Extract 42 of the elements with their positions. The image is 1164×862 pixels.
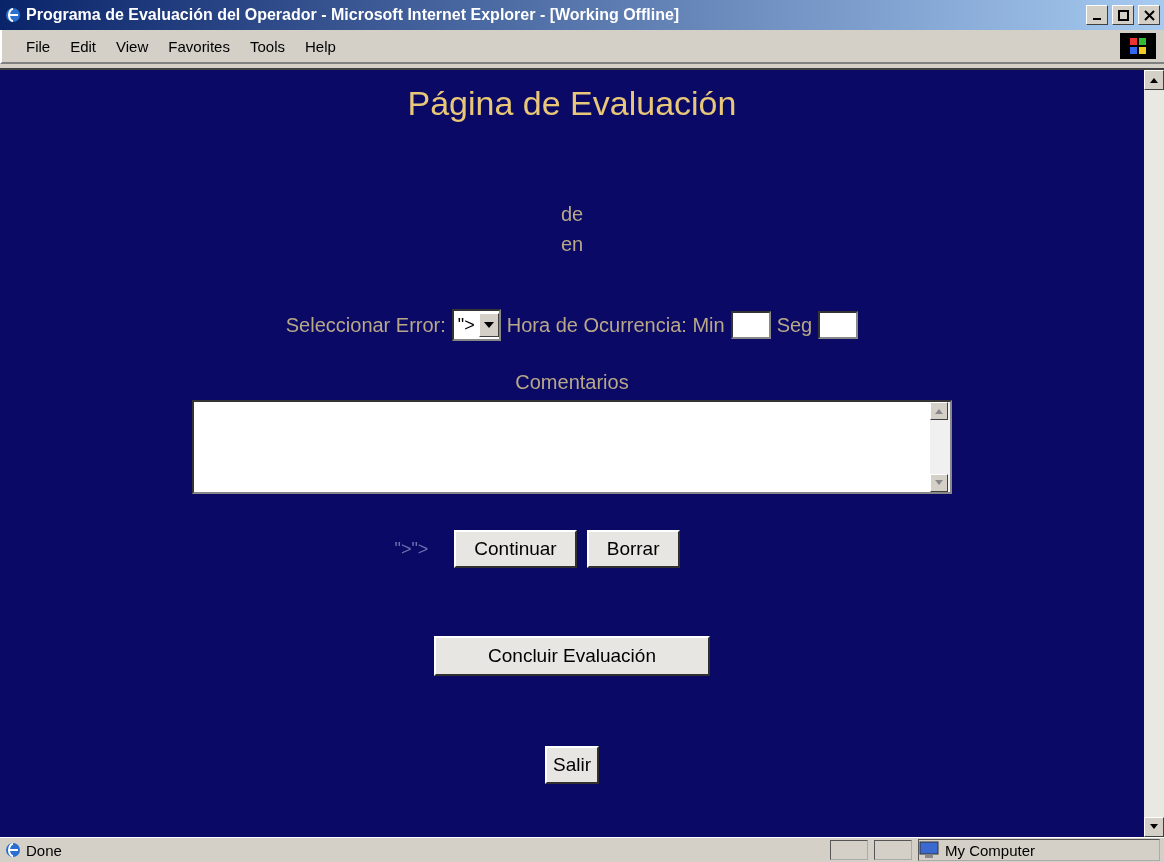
error-dropdown[interactable]: "> — [451, 309, 501, 341]
form-button[interactable]: Borrar — [586, 530, 680, 568]
scroll-up-icon[interactable] — [930, 402, 948, 420]
menu-item[interactable]: Favorites — [158, 33, 240, 59]
minutes-field[interactable] — [730, 311, 771, 339]
menu-item[interactable]: Help — [295, 33, 346, 59]
status-panel — [830, 840, 868, 860]
stray-text: ">"> — [394, 538, 429, 560]
text-label: de — [560, 202, 584, 227]
status-panel — [874, 840, 912, 860]
field-label: Comentarios — [515, 371, 629, 394]
menu-item[interactable]: File — [16, 33, 61, 59]
page-heading: Página de Evaluación — [407, 84, 737, 123]
close-icon — [1142, 8, 1156, 22]
maximize-button[interactable] — [1112, 5, 1134, 25]
minimize-icon — [1093, 18, 1101, 20]
windows-logo-icon — [1120, 33, 1156, 59]
exit-button[interactable]: Salir — [545, 746, 599, 784]
field-label: Hora de Ocurrencia: Min — [506, 313, 725, 337]
scrollbar[interactable] — [1144, 70, 1164, 837]
menu-item[interactable]: View — [106, 33, 159, 59]
menu-item[interactable]: Edit — [60, 33, 107, 59]
computer-icon — [919, 841, 939, 859]
field-label: Seleccionar Error: — [285, 313, 446, 337]
window-title: Programa de Evaluación del Operador - Microsoft Internet Explorer - [Working Offline] — [26, 6, 681, 24]
conclude-button[interactable]: Concluir Evaluación — [434, 636, 710, 676]
form-button[interactable]: Continuar — [454, 530, 577, 568]
close-button[interactable] — [1138, 5, 1160, 25]
status-text: Done — [26, 841, 62, 859]
browser-icon — [4, 841, 22, 859]
comments-field[interactable] — [192, 400, 952, 494]
browser-icon — [4, 6, 22, 24]
scroll-up-icon[interactable] — [1144, 70, 1164, 90]
minimize-button[interactable] — [1086, 5, 1108, 25]
field-label: Seg — [776, 313, 813, 337]
text-label: en — [560, 232, 584, 257]
scroll-down-icon[interactable] — [1144, 817, 1164, 837]
maximize-icon — [1116, 8, 1130, 22]
seconds-field[interactable] — [818, 311, 859, 339]
scroll-down-icon[interactable] — [930, 474, 948, 492]
zone-text: My Computer — [945, 841, 1036, 859]
menu-item[interactable]: Tools — [239, 33, 295, 59]
